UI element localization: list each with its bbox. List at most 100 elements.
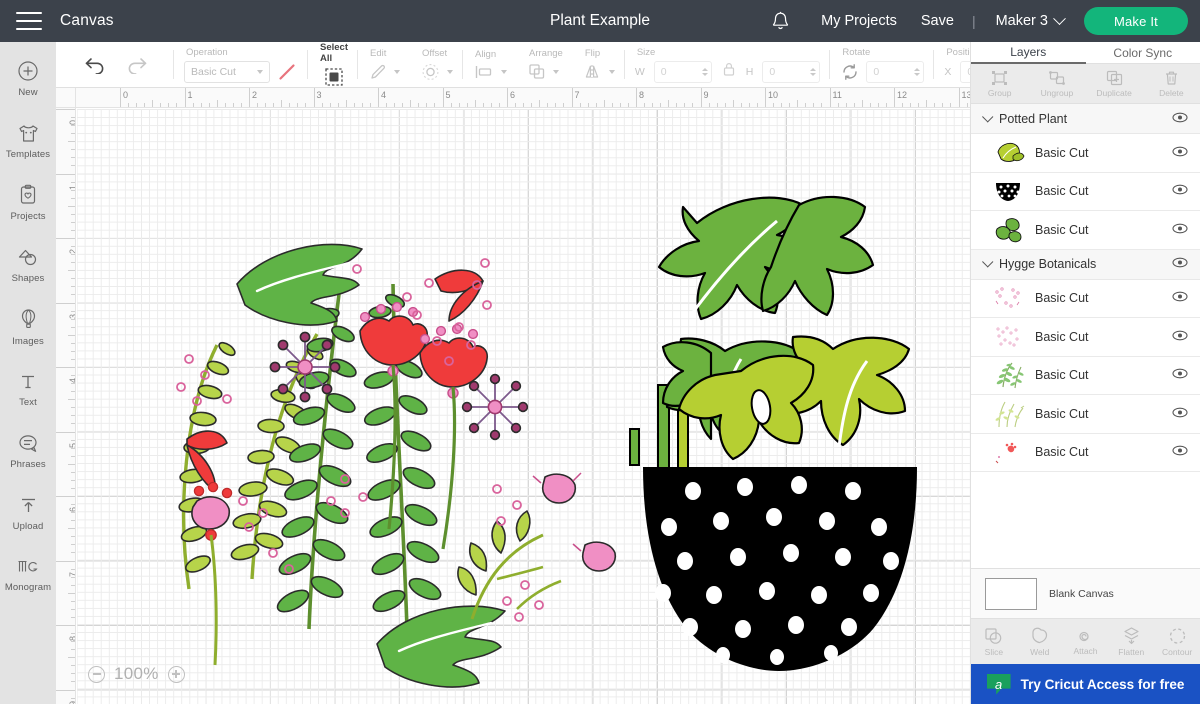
operation-color-swatch[interactable] <box>276 61 298 83</box>
zoom-out-button[interactable] <box>88 665 105 683</box>
size-label: Size <box>636 46 656 58</box>
tab-color-sync[interactable]: Color Sync <box>1085 42 1200 64</box>
operation-select[interactable]: Basic Cut <box>184 60 270 83</box>
duplicate-button[interactable]: Duplicate <box>1086 64 1143 103</box>
attach-button[interactable]: Attach <box>1063 619 1109 664</box>
chevron-down-icon[interactable] <box>553 69 559 74</box>
ruler-v-subtick <box>71 536 75 538</box>
right-panel: Layers Color Sync Group Ungroup Duplicat… <box>970 42 1200 704</box>
rotate-input[interactable]: 0 <box>866 60 925 83</box>
notification-bell-icon[interactable] <box>765 6 795 36</box>
ungroup-button[interactable]: Ungroup <box>1028 64 1085 103</box>
canvas-color-row[interactable]: Blank Canvas <box>971 568 1200 618</box>
layer-group-hygge-botanicals[interactable]: Hygge Botanicals <box>971 249 1200 280</box>
layer-name: Basic Cut <box>1035 329 1089 344</box>
eye-icon[interactable] <box>1172 144 1188 162</box>
sidebar-item-upload[interactable]: Upload <box>0 482 56 544</box>
rotate-group: Rotate 0 <box>830 42 935 87</box>
machine-selector[interactable]: Maker 3 <box>982 11 1074 29</box>
flatten-button[interactable]: Flatten <box>1108 619 1154 664</box>
chevron-down-icon[interactable] <box>982 110 994 123</box>
operation-label: Operation <box>186 46 228 58</box>
delete-button[interactable]: Delete <box>1143 64 1200 103</box>
layer-row[interactable]: Basic Cut <box>971 134 1200 173</box>
slice-button[interactable]: Slice <box>971 619 1017 664</box>
pencil-icon[interactable] <box>368 62 388 82</box>
layer-group-potted-plant[interactable]: Potted Plant <box>971 104 1200 134</box>
layer-row[interactable]: Basic Cut <box>971 211 1200 250</box>
sidebar-item-images[interactable]: Images <box>0 296 56 358</box>
ruler-h-subtick <box>297 103 299 107</box>
my-projects-link[interactable]: My Projects <box>809 13 909 29</box>
eye-icon[interactable] <box>1172 255 1188 273</box>
height-stepper[interactable] <box>810 67 817 76</box>
sidebar-label-phrases: Phrases <box>10 458 46 470</box>
design-canvas[interactable]: 012345678910111213 0123456789 100% <box>56 88 970 704</box>
sidebar-item-templates[interactable]: Templates <box>0 110 56 172</box>
sidebar-item-text[interactable]: Text <box>0 358 56 420</box>
zoom-in-button[interactable] <box>167 665 185 683</box>
rotate-icon[interactable] <box>840 63 860 81</box>
duplicate-label: Duplicate <box>1096 87 1132 98</box>
tab-layers[interactable]: Layers <box>971 42 1086 64</box>
undo-arrow-icon[interactable] <box>84 56 106 74</box>
sidebar-item-new[interactable]: New <box>0 48 56 110</box>
ruler-v-subtick <box>71 375 75 377</box>
ruler-v-subtick <box>71 350 75 352</box>
ruler-v-subtick <box>71 391 75 393</box>
eye-icon[interactable] <box>1172 405 1188 423</box>
sidebar-item-monogram[interactable]: Monogram <box>0 544 56 606</box>
chevron-down-icon[interactable] <box>501 69 507 74</box>
ruler-v-subtick <box>71 157 75 159</box>
layer-row[interactable]: Basic Cut <box>971 279 1200 318</box>
redo-arrow-icon[interactable] <box>126 56 148 74</box>
layer-row[interactable]: Basic Cut <box>971 172 1200 211</box>
chevron-down-icon[interactable] <box>608 69 615 74</box>
save-button[interactable]: Save <box>909 13 966 29</box>
ruler-v-subtick <box>71 342 75 344</box>
ruler-h-subtick <box>652 103 654 107</box>
flip-mirror-icon[interactable] <box>583 62 603 81</box>
chevron-down-icon[interactable] <box>394 69 400 74</box>
eye-icon[interactable] <box>1172 182 1188 200</box>
width-stepper[interactable] <box>701 67 708 76</box>
weld-button[interactable]: Weld <box>1017 619 1063 664</box>
artwork-hygge-botanicals <box>176 243 617 688</box>
lock-icon[interactable] <box>722 61 736 82</box>
ruler-h-subtick <box>611 103 613 107</box>
sidebar-item-phrases[interactable]: Phrases <box>0 420 56 482</box>
sidebar-item-projects[interactable]: Projects <box>0 172 56 234</box>
contour-button[interactable]: Contour <box>1154 619 1200 664</box>
ruler-v-subtick <box>71 383 75 385</box>
layer-row[interactable]: Basic Cut <box>971 356 1200 395</box>
eye-icon[interactable] <box>1172 110 1188 128</box>
eye-icon[interactable] <box>1172 443 1188 461</box>
size-group: Size W 0 H 0 <box>625 42 831 87</box>
ruler-h-subtick <box>466 103 468 107</box>
select-all-dashed-icon[interactable] <box>324 67 344 87</box>
hamburger-menu-icon[interactable] <box>16 12 42 30</box>
ruler-h-subtick <box>515 103 517 107</box>
eye-icon[interactable] <box>1172 221 1188 239</box>
canvas-color-swatch[interactable] <box>985 577 1037 610</box>
rotate-stepper[interactable] <box>914 67 921 76</box>
chevron-down-icon[interactable] <box>447 69 453 74</box>
chevron-down-icon[interactable] <box>982 256 994 268</box>
layer-row[interactable]: Basic Cut <box>971 318 1200 357</box>
width-input[interactable]: 0 <box>653 60 712 83</box>
eye-icon[interactable] <box>1172 366 1188 384</box>
group-label: Group <box>987 87 1012 98</box>
eye-icon[interactable] <box>1172 289 1188 307</box>
arrange-layers-icon[interactable] <box>527 62 547 81</box>
align-icon[interactable] <box>473 63 495 81</box>
cricut-access-banner[interactable]: a Try Cricut Access for free <box>971 664 1200 704</box>
group-button[interactable]: Group <box>971 64 1028 103</box>
offset-sun-icon[interactable] <box>420 62 441 82</box>
width-label: W <box>634 65 645 78</box>
eye-icon[interactable] <box>1172 328 1188 346</box>
layer-row[interactable]: Basic Cut <box>971 433 1200 472</box>
make-it-button[interactable]: Make It <box>1083 7 1188 35</box>
height-input[interactable]: 0 <box>762 60 821 83</box>
sidebar-item-shapes[interactable]: Shapes <box>0 234 56 296</box>
layer-row[interactable]: Basic Cut <box>971 395 1200 434</box>
